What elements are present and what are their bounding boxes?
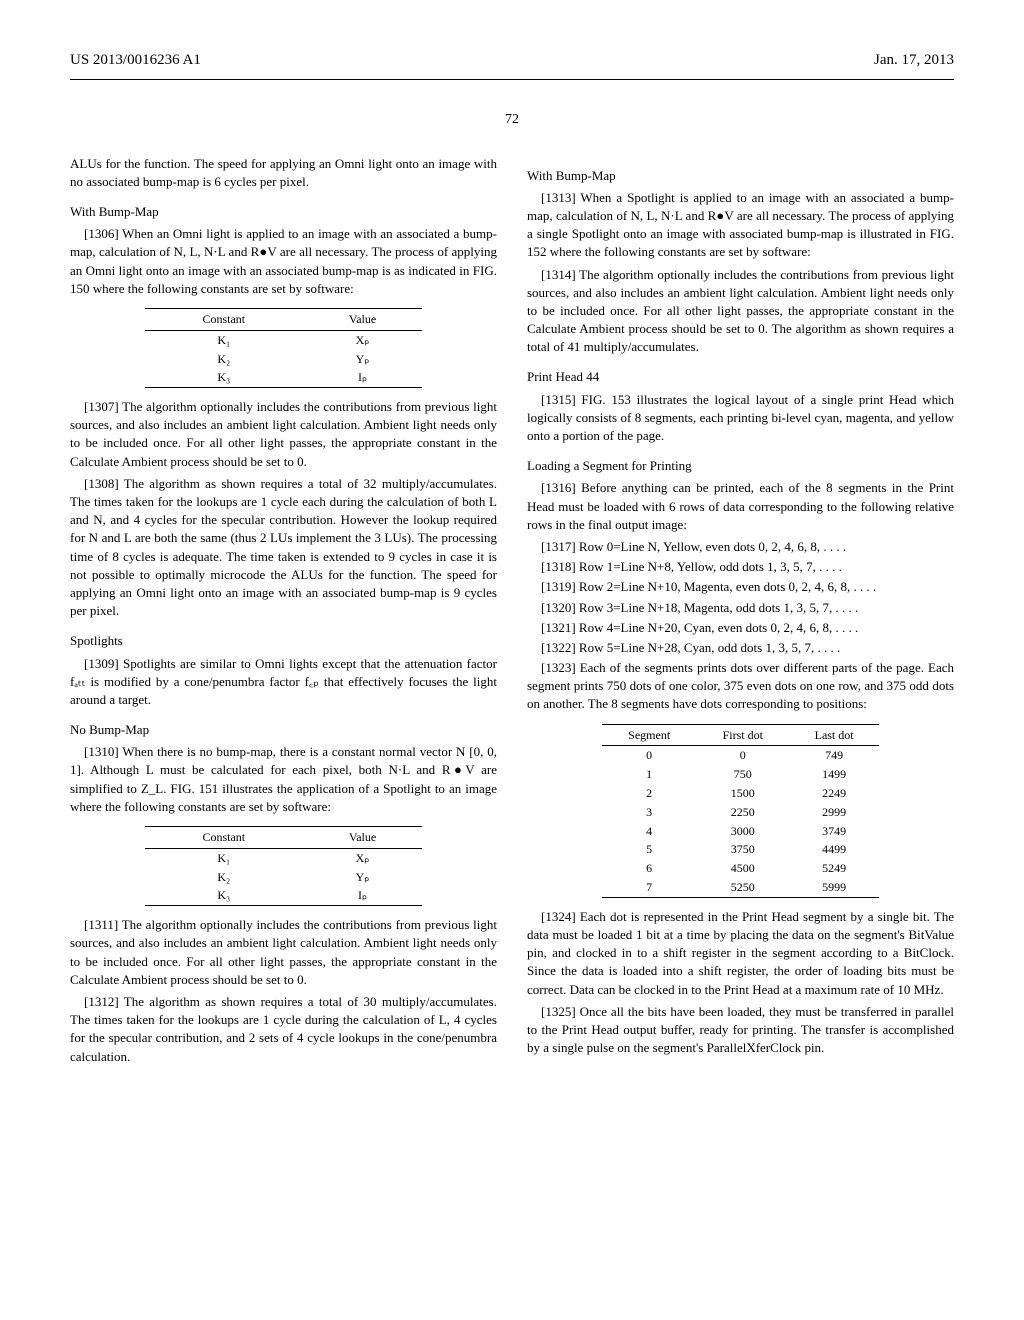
paragraph: ALUs for the function. The speed for app… — [70, 155, 497, 191]
cell: 3749 — [789, 822, 879, 841]
cell: 5249 — [789, 859, 879, 878]
two-column-layout: ALUs for the function. The speed for app… — [70, 155, 954, 1070]
subsection-title: Print Head 44 — [527, 368, 954, 386]
pub-number: US 2013/0016236 A1 — [70, 50, 201, 71]
cell: K₂ — [145, 350, 303, 369]
list-item: [1318] Row 1=Line N+8, Yellow, odd dots … — [527, 558, 954, 576]
cell: 2250 — [697, 803, 789, 822]
paragraph: [1311] The algorithm optionally includes… — [70, 916, 497, 989]
paragraph: [1316] Before anything can be printed, e… — [527, 479, 954, 534]
paragraph: [1314] The algorithm optionally includes… — [527, 266, 954, 357]
subsection-title: With Bump-Map — [70, 203, 497, 221]
cell: 749 — [789, 746, 879, 765]
cell: Iₚ — [303, 886, 422, 905]
th-value: Value — [303, 308, 422, 330]
list-item: [1322] Row 5=Line N+28, Cyan, odd dots 1… — [527, 639, 954, 657]
paragraph: [1313] When a Spotlight is applied to an… — [527, 189, 954, 262]
cell: Xₚ — [303, 330, 422, 349]
right-column: With Bump-Map [1313] When a Spotlight is… — [527, 155, 954, 1070]
cell: 3 — [602, 803, 697, 822]
cell: Yₚ — [303, 350, 422, 369]
cell: 1 — [602, 765, 697, 784]
paragraph: [1309] Spotlights are similar to Omni li… — [70, 655, 497, 710]
cell: Yₚ — [303, 868, 422, 887]
th-constant: Constant — [145, 827, 303, 849]
paragraph: [1310] When there is no bump-map, there … — [70, 743, 497, 816]
th-first-dot: First dot — [697, 724, 789, 746]
cell: 750 — [697, 765, 789, 784]
cell: 0 — [697, 746, 789, 765]
cell: K₂ — [145, 868, 303, 887]
cell: 3750 — [697, 840, 789, 859]
paragraph: [1323] Each of the segments prints dots … — [527, 659, 954, 714]
segments-table: Segment First dot Last dot 00749 1750149… — [602, 724, 880, 898]
th-segment: Segment — [602, 724, 697, 746]
subsection-title: With Bump-Map — [527, 167, 954, 185]
page: US 2013/0016236 A1 Jan. 17, 2013 72 ALUs… — [0, 0, 1024, 1320]
subsection-title: Spotlights — [70, 632, 497, 650]
paragraph: [1325] Once all the bits have been loade… — [527, 1003, 954, 1058]
cell: Iₚ — [303, 368, 422, 387]
list-item: [1320] Row 3=Line N+18, Magenta, odd dot… — [527, 599, 954, 617]
constants-table-2: Constant Value K₁Xₚ K₂Yₚ K₃Iₚ — [145, 826, 423, 906]
paragraph: [1306] When an Omni light is applied to … — [70, 225, 497, 298]
left-column: ALUs for the function. The speed for app… — [70, 155, 497, 1070]
cell: 6 — [602, 859, 697, 878]
cell: 5999 — [789, 878, 879, 897]
paragraph: [1307] The algorithm optionally includes… — [70, 398, 497, 471]
cell: K₃ — [145, 368, 303, 387]
cell: 2249 — [789, 784, 879, 803]
page-number: 72 — [70, 110, 954, 130]
th-value: Value — [303, 827, 422, 849]
cell: 5250 — [697, 878, 789, 897]
cell: Xₚ — [303, 848, 422, 867]
cell: K₁ — [145, 330, 303, 349]
cell: 7 — [602, 878, 697, 897]
cell: 5 — [602, 840, 697, 859]
th-constant: Constant — [145, 308, 303, 330]
cell: 1499 — [789, 765, 879, 784]
list-item: [1317] Row 0=Line N, Yellow, even dots 0… — [527, 538, 954, 556]
paragraph: [1324] Each dot is represented in the Pr… — [527, 908, 954, 999]
list-item: [1319] Row 2=Line N+10, Magenta, even do… — [527, 578, 954, 596]
cell: 3000 — [697, 822, 789, 841]
header-rule — [70, 79, 954, 80]
paragraph: [1312] The algorithm as shown requires a… — [70, 993, 497, 1066]
cell: K₁ — [145, 848, 303, 867]
cell: 1500 — [697, 784, 789, 803]
cell: 0 — [602, 746, 697, 765]
subsection-title: No Bump-Map — [70, 721, 497, 739]
pub-date: Jan. 17, 2013 — [874, 50, 954, 71]
paragraph: [1308] The algorithm as shown requires a… — [70, 475, 497, 621]
page-header: US 2013/0016236 A1 Jan. 17, 2013 — [70, 50, 954, 71]
cell: 4500 — [697, 859, 789, 878]
paragraph: [1315] FIG. 153 illustrates the logical … — [527, 391, 954, 446]
cell: 2 — [602, 784, 697, 803]
list-item: [1321] Row 4=Line N+20, Cyan, even dots … — [527, 619, 954, 637]
cell: 4499 — [789, 840, 879, 859]
th-last-dot: Last dot — [789, 724, 879, 746]
cell: K₃ — [145, 886, 303, 905]
cell: 4 — [602, 822, 697, 841]
subsection-title: Loading a Segment for Printing — [527, 457, 954, 475]
cell: 2999 — [789, 803, 879, 822]
constants-table-1: Constant Value K₁Xₚ K₂Yₚ K₃Iₚ — [145, 308, 423, 388]
